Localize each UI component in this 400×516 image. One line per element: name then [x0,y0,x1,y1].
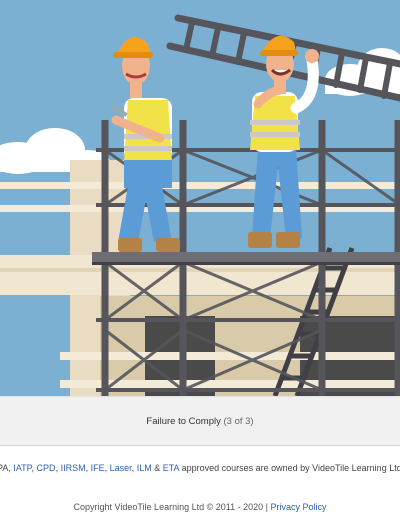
caption-bar: Failure to Comply (3 of 3) [0,396,400,446]
copyright-text: Copyright VideoTile Learning Ltd © 2011 … [73,502,271,512]
link-ife[interactable]: IFE [91,463,105,473]
accreditation-prefix: PA, [0,463,11,473]
footer: Copyright VideoTile Learning Ltd © 2011 … [0,498,400,516]
slide-counter: (3 of 3) [223,416,254,427]
link-cpd[interactable]: CPD [37,463,56,473]
link-ilm[interactable]: ILM [137,463,152,473]
link-laser[interactable]: Laser [110,463,132,473]
ampersand: & [151,463,163,473]
animation-frame [0,0,400,396]
accreditation-suffix: approved courses are owned by VideoTile … [179,463,400,473]
link-iatp[interactable]: IATP [13,463,31,473]
link-eta[interactable]: ETA [163,463,179,473]
slide-caption: Failure to Comply (3 of 3) [146,416,253,427]
accreditation-text: PA, IATP, CPD, IIRSM, IFE, Laser, ILM & … [0,458,400,478]
scaffold-platform [92,252,400,263]
link-iirsm[interactable]: IIRSM [61,463,86,473]
slide-title: Failure to Comply [146,416,221,427]
privacy-policy-link[interactable]: Privacy Policy [270,502,326,512]
